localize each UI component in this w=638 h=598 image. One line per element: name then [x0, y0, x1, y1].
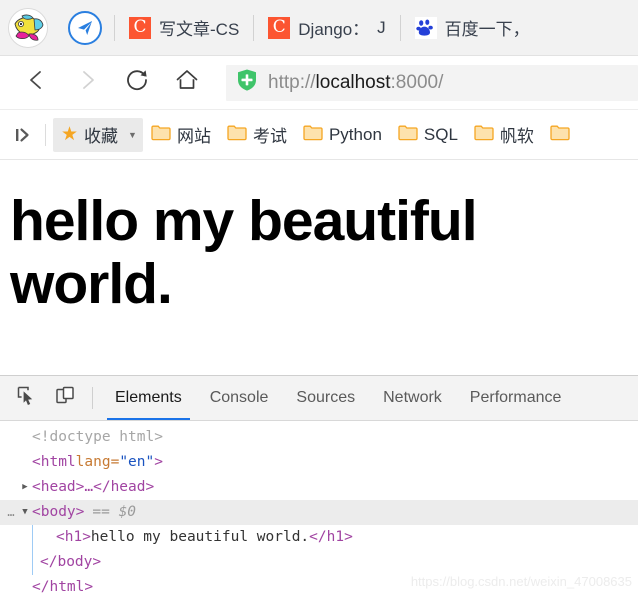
- tab-elements[interactable]: Elements: [101, 376, 196, 420]
- watermark-text: https://blog.csdn.net/weixin_47008635: [410, 574, 632, 589]
- folder-icon: [398, 124, 418, 146]
- head-tag: <head>…</head>: [32, 479, 155, 495]
- tab-label: Console: [209, 389, 269, 406]
- device-toolbar-icon: [54, 385, 76, 412]
- expand-triangle-icon[interactable]: ▶: [18, 475, 32, 500]
- bookmark-folder-label: Python: [328, 124, 382, 144]
- bookmark-folder-3[interactable]: SQL: [390, 118, 466, 152]
- bookmark-favorites-label: 收藏: [84, 127, 119, 146]
- new-tab-button[interactable]: [56, 0, 114, 56]
- back-arrow-icon: [25, 68, 49, 97]
- folder-icon: [303, 124, 323, 146]
- paper-plane-icon: [68, 10, 102, 45]
- page-viewport: hello my beautiful world.: [0, 160, 638, 375]
- browser-tab-2[interactable]: C Django： J: [254, 0, 399, 56]
- dom-node-h1[interactable]: <h1> hello my beautiful world. </h1>: [0, 525, 638, 550]
- bookmark-folder-5[interactable]: [542, 118, 584, 152]
- tab-sources[interactable]: Sources: [282, 376, 369, 420]
- tab-network[interactable]: Network: [369, 376, 456, 420]
- baidu-icon: [414, 16, 437, 39]
- bookmark-folder-4[interactable]: 帆软: [466, 118, 542, 152]
- bookmarks-bar: ★ 收藏 ▼ 网站 考试 Python SQL 帆软: [0, 110, 638, 160]
- fish-avatar-icon: [8, 7, 48, 48]
- page-heading: hello my beautiful world.: [10, 189, 478, 316]
- address-bar-url: http://localhost:8000/: [268, 72, 443, 94]
- inspect-element-button[interactable]: [8, 376, 46, 420]
- bookmarks-divider: [45, 123, 46, 146]
- url-scheme: http://: [268, 71, 316, 93]
- browser-tab-1[interactable]: C 写文章-CS: [115, 0, 253, 56]
- tab-title-truncated: J: [377, 17, 386, 37]
- bookmark-folder-1[interactable]: 考试: [219, 118, 295, 152]
- bookmark-folder-label: SQL: [423, 124, 458, 144]
- dom-node-html-open[interactable]: <html lang= "en" >: [0, 450, 638, 475]
- tab-label: Network: [383, 389, 442, 406]
- html-lang-value: "en": [119, 454, 155, 470]
- home-button[interactable]: [162, 58, 212, 108]
- navigation-toolbar: http://localhost:8000/: [0, 56, 638, 110]
- collapse-triangle-icon[interactable]: ▼: [18, 500, 32, 525]
- csdn-icon: C: [268, 16, 291, 39]
- folder-icon: [227, 124, 247, 146]
- dom-node-doctype[interactable]: <!doctype html>: [0, 425, 638, 450]
- tab-label: Elements: [115, 389, 182, 406]
- tab-title: 写文章-CS: [159, 20, 240, 39]
- reload-button[interactable]: [112, 58, 162, 108]
- url-path: :8000/: [390, 71, 444, 93]
- h1-tag-open: <h1>: [56, 529, 91, 545]
- doctype-text: <!doctype html>: [32, 429, 163, 445]
- devtools-panel: Elements Console Sources Network Perform…: [0, 375, 638, 598]
- dom-node-body[interactable]: … ▼ <body> == $0: [0, 500, 638, 525]
- home-icon: [174, 67, 200, 98]
- tab-label: Performance: [469, 389, 562, 406]
- h1-text: hello my beautiful world.: [90, 529, 310, 545]
- green-shield-plus-icon[interactable]: [236, 68, 258, 97]
- bookmark-folder-label: 帆软: [499, 127, 534, 146]
- devtools-toolbar: Elements Console Sources Network Perform…: [0, 376, 638, 421]
- node-ellipsis[interactable]: …: [4, 500, 18, 525]
- csdn-icon: C: [129, 16, 151, 39]
- forward-arrow-icon: [75, 68, 99, 97]
- folder-icon: [151, 124, 171, 146]
- sidebar-expand-icon[interactable]: [8, 120, 38, 150]
- tab-performance[interactable]: Performance: [456, 376, 576, 420]
- bookmark-folder-label: 网站: [176, 127, 211, 146]
- bookmark-folder-0[interactable]: 网站: [143, 118, 219, 152]
- star-icon: ★: [61, 124, 79, 145]
- folder-icon: [550, 124, 570, 146]
- url-host: localhost: [315, 71, 391, 93]
- indent-guide-line: [32, 525, 33, 575]
- profile-avatar[interactable]: [0, 0, 56, 56]
- tab-title: Django：: [298, 20, 370, 39]
- chevron-down-icon[interactable]: ▼: [128, 130, 137, 140]
- body-tag: <body>: [32, 504, 85, 520]
- folder-icon: [474, 124, 494, 146]
- inspect-element-icon: [16, 385, 38, 412]
- html-close-tag: </html>: [32, 579, 94, 595]
- bookmark-favorites-button[interactable]: ★ 收藏 ▼: [53, 117, 143, 152]
- device-toolbar-button[interactable]: [46, 376, 84, 420]
- reload-icon: [124, 67, 150, 98]
- bookmark-folder-2[interactable]: Python: [295, 118, 390, 152]
- dom-tree[interactable]: <!doctype html> <html lang= "en" > ▶ <head…: [0, 421, 638, 598]
- html-tag-open: <html: [32, 454, 76, 470]
- tab-title: 百度一下，: [444, 20, 530, 39]
- back-button[interactable]: [12, 58, 62, 108]
- browser-window: C 写文章-CS C Django： J 百度一下， http://localh…: [0, 0, 638, 598]
- browser-tab-3[interactable]: 百度一下，: [401, 0, 544, 56]
- bookmark-folder-label: 考试: [252, 127, 287, 146]
- selected-node-marker: == $0: [92, 504, 137, 520]
- tab-strip: C 写文章-CS C Django： J 百度一下，: [0, 0, 638, 56]
- tab-label: Sources: [296, 389, 356, 406]
- forward-button[interactable]: [62, 58, 112, 108]
- address-bar[interactable]: http://localhost:8000/: [226, 64, 638, 101]
- body-close-tag: </body>: [40, 554, 102, 570]
- html-lang-attr: lang=: [75, 454, 120, 470]
- tab-console[interactable]: Console: [196, 376, 283, 420]
- devtools-toolbar-divider: [92, 387, 93, 409]
- h1-tag-close: </h1>: [309, 529, 353, 545]
- html-tag-close-bracket: >: [154, 454, 163, 470]
- dom-node-head[interactable]: ▶ <head>…</head>: [0, 475, 638, 500]
